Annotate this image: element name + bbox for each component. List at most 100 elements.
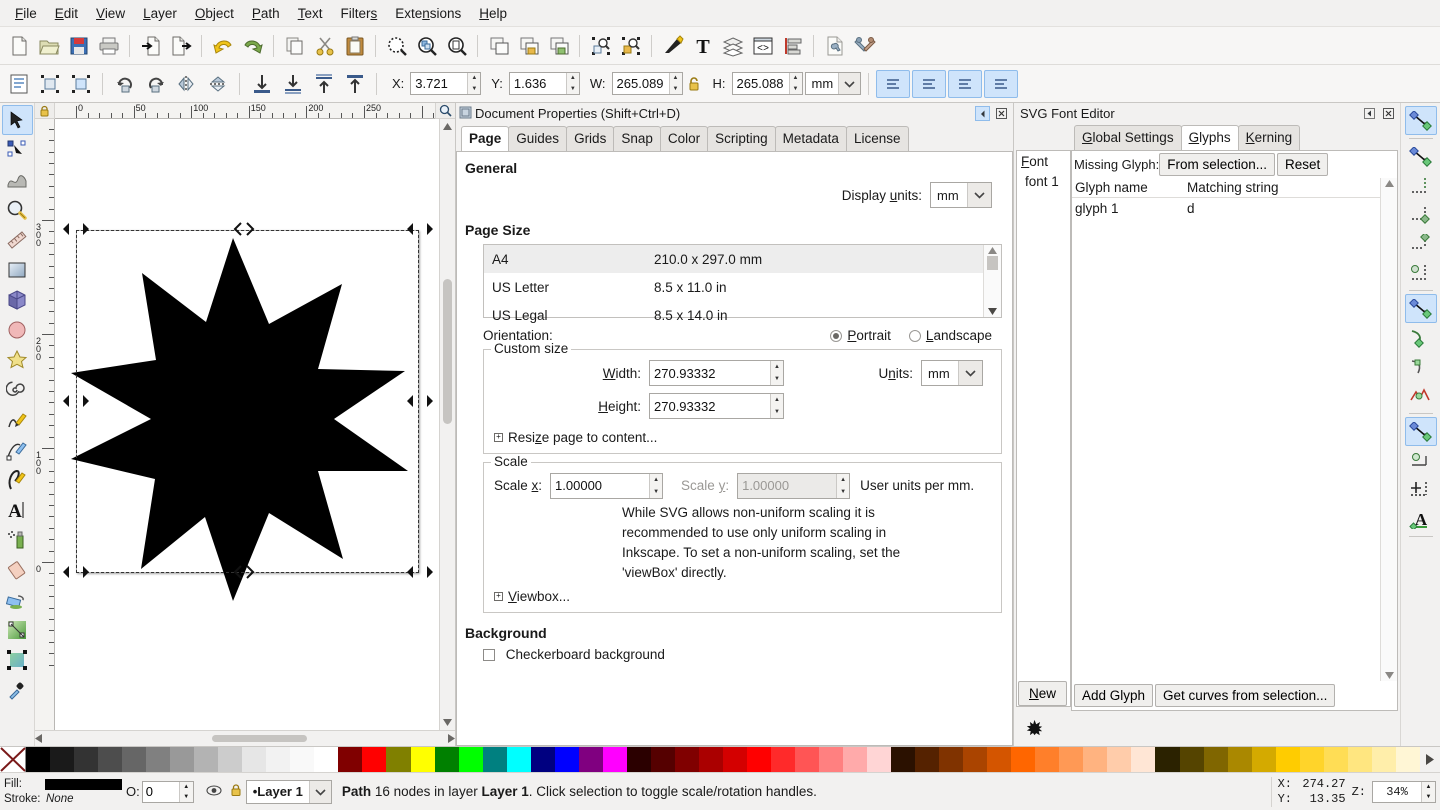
tab-page[interactable]: Page bbox=[461, 126, 509, 151]
color-swatch[interactable] bbox=[843, 747, 867, 772]
zoom-stepper[interactable]: ▲ ▼ bbox=[1421, 782, 1435, 802]
snap-object-midpoints-button[interactable] bbox=[1405, 446, 1437, 475]
checkerboard-background-checkbox[interactable]: Checkerboard background bbox=[483, 647, 1002, 662]
color-swatch[interactable] bbox=[891, 747, 915, 772]
color-swatch[interactable] bbox=[218, 747, 242, 772]
eye-icon[interactable] bbox=[206, 784, 222, 800]
color-swatch[interactable] bbox=[987, 747, 1011, 772]
x-field[interactable]: ▲▼ bbox=[410, 72, 481, 95]
color-swatch[interactable] bbox=[338, 747, 362, 772]
color-swatch[interactable] bbox=[867, 747, 891, 772]
lock-width-height-icon[interactable] bbox=[685, 76, 703, 92]
snap-text-baselines-button[interactable]: A bbox=[1405, 504, 1437, 533]
zoom-icon[interactable] bbox=[435, 103, 455, 119]
enable-snapping-button[interactable] bbox=[1405, 106, 1437, 135]
color-swatch[interactable] bbox=[50, 747, 74, 772]
menu-layer[interactable]: Layer bbox=[134, 3, 186, 24]
color-swatch[interactable] bbox=[122, 747, 146, 772]
palette-scroll-arrow[interactable] bbox=[1420, 747, 1440, 772]
vertical-ruler[interactable]: 3002001000 bbox=[35, 119, 55, 730]
color-swatch[interactable] bbox=[1011, 747, 1035, 772]
spray-tool[interactable] bbox=[2, 525, 33, 555]
y-input[interactable] bbox=[510, 73, 566, 94]
color-swatch[interactable] bbox=[386, 747, 410, 772]
custom-height-field[interactable]: ▲▼ bbox=[649, 393, 784, 419]
gradient-tool[interactable] bbox=[2, 615, 33, 645]
snap-cusp-nodes-button[interactable] bbox=[1405, 381, 1437, 410]
color-swatch[interactable] bbox=[26, 747, 50, 772]
snap-bbox-edges-button[interactable] bbox=[1405, 171, 1437, 200]
snap-paths-button[interactable] bbox=[1405, 323, 1437, 352]
custom-width-stepper[interactable]: ▲▼ bbox=[770, 361, 783, 385]
color-swatch[interactable] bbox=[603, 747, 627, 772]
tab-global-settings[interactable]: Global Settings bbox=[1074, 125, 1182, 150]
transform-patterns-toggle[interactable] bbox=[984, 70, 1018, 98]
raise-to-top-icon[interactable] bbox=[340, 69, 369, 98]
snap-bbox-corners-button[interactable] bbox=[1405, 200, 1437, 229]
color-swatch[interactable] bbox=[170, 747, 194, 772]
tab-snap[interactable]: Snap bbox=[613, 126, 661, 151]
cut-icon[interactable] bbox=[310, 31, 339, 60]
scroll-right-arrow-icon[interactable] bbox=[448, 731, 455, 746]
page-size-scroll-thumb[interactable] bbox=[987, 256, 998, 270]
align-icon[interactable] bbox=[778, 31, 807, 60]
menu-help[interactable]: Help bbox=[470, 3, 516, 24]
fill-stroke-icon[interactable] bbox=[658, 31, 687, 60]
selection-edit-icon[interactable] bbox=[616, 31, 645, 60]
text-tool[interactable]: A bbox=[2, 495, 33, 525]
zoom-selection-icon[interactable] bbox=[382, 31, 411, 60]
opacity-input[interactable] bbox=[143, 782, 179, 802]
color-swatch[interactable] bbox=[555, 747, 579, 772]
scroll-left-arrow-icon[interactable] bbox=[35, 731, 42, 746]
tab-grids[interactable]: Grids bbox=[566, 126, 614, 151]
zoom-page-icon[interactable] bbox=[442, 31, 471, 60]
orientation-landscape-radio[interactable]: Landscape bbox=[909, 328, 992, 343]
color-swatch[interactable] bbox=[194, 747, 218, 772]
spiral-tool[interactable] bbox=[2, 375, 33, 405]
close-icon[interactable] bbox=[994, 106, 1009, 121]
color-swatch[interactable] bbox=[795, 747, 819, 772]
glyph-table-scrollbar[interactable] bbox=[1380, 178, 1397, 681]
pencil-tool[interactable] bbox=[2, 405, 33, 435]
opacity-field[interactable]: ▲ ▼ bbox=[142, 781, 194, 803]
import-icon[interactable] bbox=[136, 31, 165, 60]
w-stepper[interactable]: ▲▼ bbox=[669, 73, 682, 94]
snap-bounding-box-button[interactable] bbox=[1405, 142, 1437, 171]
from-selection-button[interactable]: From selection... bbox=[1159, 153, 1275, 176]
tab-guides[interactable]: Guides bbox=[508, 126, 567, 151]
flip-vertical-icon[interactable] bbox=[203, 69, 232, 98]
color-swatch[interactable] bbox=[1131, 747, 1155, 772]
chevron-down-icon[interactable] bbox=[958, 361, 982, 385]
bezier-tool[interactable] bbox=[2, 435, 33, 465]
color-swatch[interactable] bbox=[483, 747, 507, 772]
w-field[interactable]: ▲▼ bbox=[612, 72, 683, 95]
duplicate-icon[interactable] bbox=[484, 31, 513, 60]
color-swatch[interactable] bbox=[771, 747, 795, 772]
node-tool[interactable] bbox=[2, 135, 33, 165]
collapse-icon[interactable] bbox=[1362, 106, 1377, 121]
color-swatch[interactable] bbox=[915, 747, 939, 772]
color-swatch[interactable] bbox=[1155, 747, 1179, 772]
page-size-scrollbar[interactable] bbox=[983, 245, 1001, 317]
opacity-stepper[interactable]: ▲ ▼ bbox=[179, 782, 193, 802]
menu-path[interactable]: Path bbox=[243, 3, 289, 24]
scroll-down-arrow-icon[interactable] bbox=[440, 715, 455, 730]
flip-horizontal-icon[interactable] bbox=[172, 69, 201, 98]
tweak-tool[interactable] bbox=[2, 165, 33, 195]
snap-bbox-centers-button[interactable] bbox=[1405, 258, 1437, 287]
lower-to-bottom-icon[interactable] bbox=[247, 69, 276, 98]
none-color-swatch[interactable] bbox=[0, 747, 26, 772]
color-swatch[interactable] bbox=[1083, 747, 1107, 772]
tab-glyphs[interactable]: Glyphs bbox=[1181, 125, 1239, 150]
color-swatch[interactable] bbox=[1324, 747, 1348, 772]
scale-corners-toggle[interactable] bbox=[912, 70, 946, 98]
page-size-row[interactable]: A4 210.0 x 297.0 mm bbox=[484, 245, 983, 273]
mesh-gradient-tool[interactable] bbox=[2, 645, 33, 675]
snap-smooth-nodes-button[interactable] bbox=[1405, 417, 1437, 446]
orientation-portrait-radio[interactable]: Portrait bbox=[830, 328, 891, 343]
deselect-icon[interactable] bbox=[66, 69, 95, 98]
lock-icon[interactable] bbox=[230, 783, 242, 800]
color-swatch[interactable] bbox=[1180, 747, 1204, 772]
page-size-list[interactable]: A4 210.0 x 297.0 mm US Letter 8.5 x 11.0… bbox=[483, 244, 1002, 318]
page-size-row[interactable]: US Letter 8.5 x 11.0 in bbox=[484, 273, 983, 301]
